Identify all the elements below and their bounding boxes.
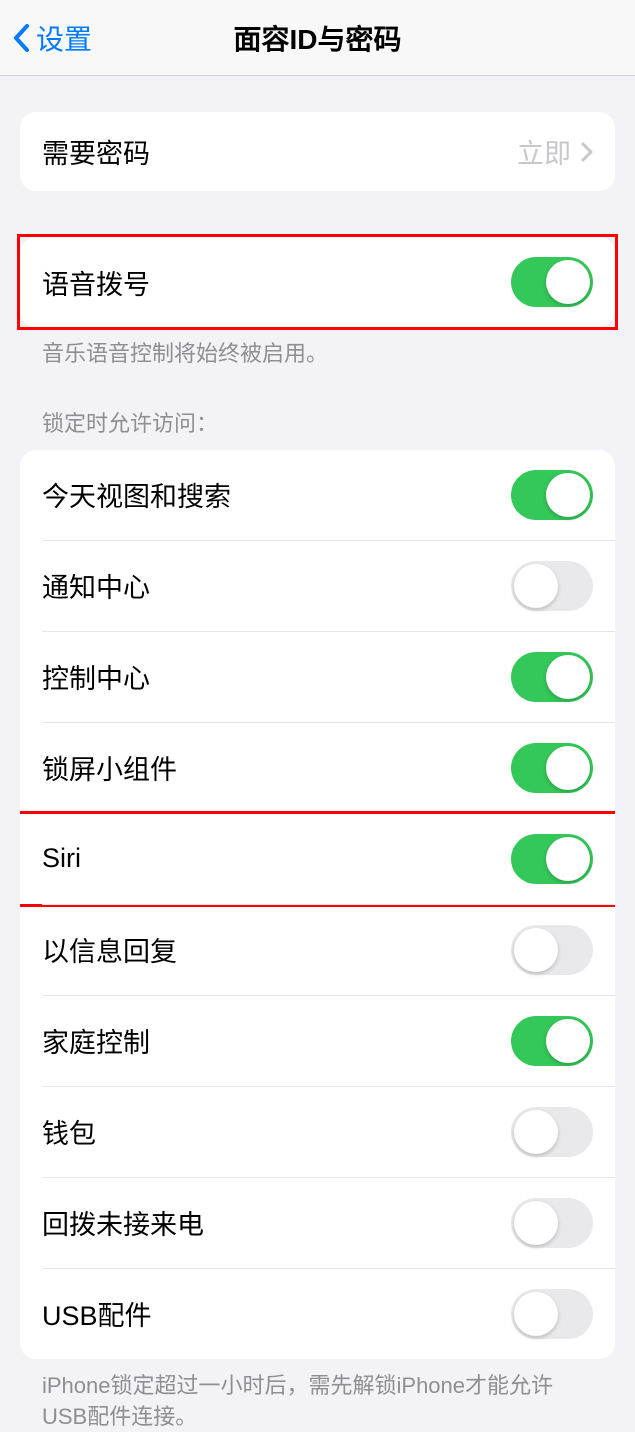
lock-access-footer: iPhone锁定超过一小时后，需先解锁iPhone才能允许USB配件连接。	[20, 1359, 615, 1432]
usb-accessories-toggle[interactable]	[511, 1289, 593, 1339]
today-view-toggle[interactable]	[511, 470, 593, 520]
require-passcode-label: 需要密码	[42, 132, 517, 171]
require-passcode-value: 立即	[517, 132, 571, 171]
control-center-row: 控制中心	[20, 632, 615, 722]
lock-access-header: 锁定时允许访问：	[20, 406, 615, 450]
back-label: 设置	[36, 18, 92, 58]
toggle-knob	[546, 260, 590, 304]
page-title: 面容ID与密码	[0, 18, 635, 58]
notification-center-label: 通知中心	[42, 566, 511, 605]
chevron-right-icon	[581, 142, 593, 162]
navigation-bar: 设置 面容ID与密码	[0, 0, 635, 76]
lock-widgets-label: 锁屏小组件	[42, 748, 511, 787]
return-calls-label: 回拨未接来电	[42, 1203, 511, 1242]
home-control-label: 家庭控制	[42, 1021, 511, 1060]
voice-dial-footer: 音乐语音控制将始终被启用。	[20, 327, 615, 370]
home-control-toggle[interactable]	[511, 1016, 593, 1066]
voice-dial-label: 语音拨号	[42, 263, 511, 302]
today-view-row: 今天视图和搜索	[20, 450, 615, 540]
siri-toggle[interactable]	[511, 834, 593, 884]
wallet-row: 钱包	[20, 1087, 615, 1177]
chevron-left-icon	[12, 23, 30, 53]
usb-accessories-label: USB配件	[42, 1294, 511, 1333]
return-calls-toggle[interactable]	[511, 1198, 593, 1248]
siri-row: Siri	[20, 814, 615, 904]
home-control-row: 家庭控制	[20, 996, 615, 1086]
control-center-label: 控制中心	[42, 657, 511, 696]
reply-message-row: 以信息回复	[20, 905, 615, 995]
voice-dial-highlight: 语音拨号	[17, 234, 618, 330]
wallet-toggle[interactable]	[511, 1107, 593, 1157]
lock-access-group: 今天视图和搜索 通知中心 控制中心 锁屏小组件 Siri 以信息回复	[20, 450, 615, 1359]
wallet-label: 钱包	[42, 1112, 511, 1151]
lock-widgets-row: 锁屏小组件	[20, 723, 615, 813]
siri-highlight: Siri	[20, 811, 615, 907]
return-calls-row: 回拨未接来电	[20, 1178, 615, 1268]
notification-center-toggle[interactable]	[511, 561, 593, 611]
voice-dial-group: 语音拨号	[20, 237, 615, 327]
siri-label: Siri	[42, 843, 511, 874]
reply-message-label: 以信息回复	[42, 930, 511, 969]
require-passcode-group: 需要密码 立即	[20, 112, 615, 191]
voice-dial-toggle[interactable]	[511, 257, 593, 307]
require-passcode-row[interactable]: 需要密码 立即	[20, 112, 615, 191]
notification-center-row: 通知中心	[20, 541, 615, 631]
voice-dial-row: 语音拨号	[20, 237, 615, 327]
today-view-label: 今天视图和搜索	[42, 475, 511, 514]
control-center-toggle[interactable]	[511, 652, 593, 702]
lock-widgets-toggle[interactable]	[511, 743, 593, 793]
back-button[interactable]: 设置	[0, 18, 92, 58]
reply-message-toggle[interactable]	[511, 925, 593, 975]
usb-accessories-row: USB配件	[20, 1269, 615, 1359]
